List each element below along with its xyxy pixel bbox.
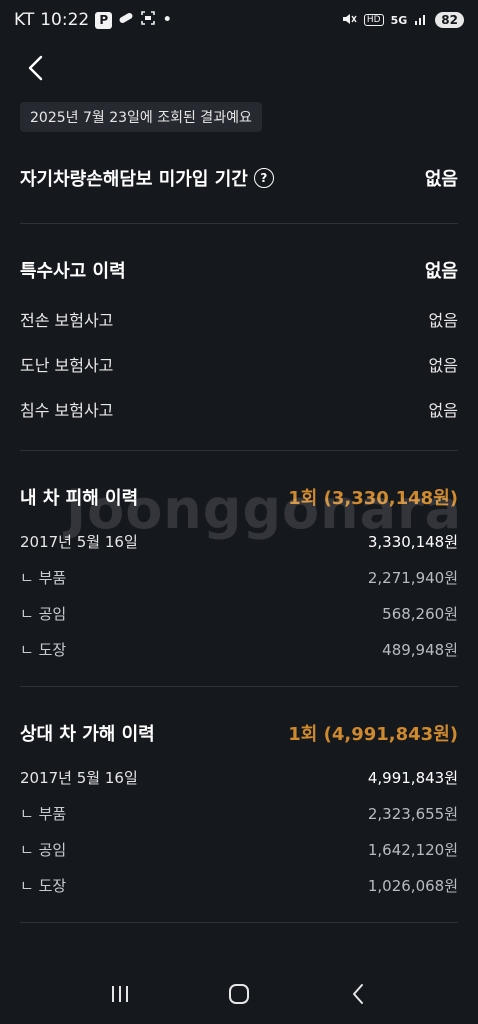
- screenshot-icon: [140, 10, 156, 30]
- my-damage-date: 2017년 5월 16일: [20, 532, 138, 551]
- my-damage-paint-row: ㄴ 도장 489,948원: [20, 631, 458, 667]
- 5g-icon: 5G: [390, 13, 408, 27]
- back-arrow-icon: [28, 55, 43, 81]
- other-damage-parts-label: ㄴ 부품: [20, 804, 67, 823]
- other-damage-title: 상대 차 가해 이력: [20, 724, 155, 745]
- pill-icon: [118, 11, 134, 29]
- uninsured-period-value: 없음: [424, 169, 458, 190]
- other-damage-parts-value: 2,323,655원: [367, 804, 458, 823]
- mute-icon: [341, 12, 357, 29]
- divider: [20, 223, 458, 224]
- home-button[interactable]: [214, 974, 264, 1014]
- other-damage-total: 4,991,843원: [367, 768, 458, 787]
- my-damage-labor-value: 568,260원: [382, 604, 458, 623]
- query-date-chip: 2025년 7월 23일에 조회된 결과예요: [20, 102, 262, 132]
- other-damage-labor-row: ㄴ 공임 1,642,120원: [20, 831, 458, 867]
- status-bar: KT 10:22 P • HD 5G 82: [0, 0, 478, 40]
- clock: 10:22: [40, 10, 90, 30]
- my-damage-labor-row: ㄴ 공임 568,260원: [20, 595, 458, 631]
- my-damage-date-row: 2017년 5월 16일 3,330,148원: [20, 523, 458, 559]
- divider: [20, 922, 458, 923]
- hd-icon: HD: [363, 14, 384, 26]
- battery-icon: 82: [435, 12, 464, 28]
- my-damage-summary: 1회 (3,330,148원): [288, 488, 458, 509]
- status-dot: •: [162, 10, 173, 30]
- other-damage-paint-row: ㄴ 도장 1,026,068원: [20, 867, 458, 903]
- back-button[interactable]: [18, 50, 54, 86]
- flood-row: 침수 보험사고 없음: [20, 386, 458, 431]
- divider: [20, 450, 458, 451]
- system-back-button[interactable]: [333, 974, 383, 1014]
- my-damage-header: 내 차 피해 이력 1회 (3,330,148원): [20, 471, 458, 523]
- report-content: 자기차량손해담보 미가입 기간 ? 없음 특수사고 이력 없음 전손 보험사고 …: [20, 152, 458, 943]
- special-accidents-header: 특수사고 이력 없음: [20, 244, 458, 296]
- other-damage-date: 2017년 5월 16일: [20, 768, 138, 787]
- flood-value: 없음: [428, 400, 458, 420]
- my-damage-parts-label: ㄴ 부품: [20, 568, 67, 587]
- home-icon: [228, 984, 249, 1004]
- recents-button[interactable]: [95, 974, 145, 1014]
- uninsured-period-label: 자기차량손해담보 미가입 기간: [20, 169, 248, 190]
- carrier-label: KT: [14, 10, 35, 30]
- other-damage-date-row: 2017년 5월 16일 4,991,843원: [20, 759, 458, 795]
- uninsured-period-row: 자기차량손해담보 미가입 기간 ? 없음: [20, 152, 458, 204]
- theft-label: 도난 보험사고: [20, 355, 114, 375]
- parking-icon: P: [95, 11, 113, 29]
- other-damage-summary: 1회 (4,991,843원): [288, 724, 458, 745]
- other-damage-header: 상대 차 가해 이력 1회 (4,991,843원): [20, 707, 458, 759]
- total-loss-row: 전손 보험사고 없음: [20, 296, 458, 341]
- my-damage-paint-label: ㄴ 도장: [20, 640, 67, 659]
- my-damage-total: 3,330,148원: [367, 532, 458, 551]
- flood-label: 침수 보험사고: [20, 400, 114, 420]
- other-damage-paint-label: ㄴ 도장: [20, 876, 67, 895]
- my-damage-title: 내 차 피해 이력: [20, 488, 139, 509]
- total-loss-value: 없음: [428, 310, 458, 330]
- total-loss-label: 전손 보험사고: [20, 310, 114, 330]
- my-damage-labor-label: ㄴ 공임: [20, 604, 67, 623]
- my-damage-paint-value: 489,948원: [382, 640, 458, 659]
- my-damage-parts-row: ㄴ 부품 2,271,940원: [20, 559, 458, 595]
- recents-icon: [111, 986, 128, 1002]
- signal-icon: [414, 12, 428, 29]
- help-icon[interactable]: ?: [253, 168, 274, 188]
- my-damage-parts-value: 2,271,940원: [367, 568, 458, 587]
- other-damage-parts-row: ㄴ 부품 2,323,655원: [20, 795, 458, 831]
- system-nav-bar: [0, 964, 478, 1024]
- other-damage-labor-label: ㄴ 공임: [20, 840, 67, 859]
- theft-value: 없음: [428, 355, 458, 375]
- screen: KT 10:22 P • HD 5G 82 2025년 7월 23일에 조회된 …: [0, 0, 478, 1024]
- theft-row: 도난 보험사고 없음: [20, 341, 458, 386]
- divider: [20, 686, 458, 687]
- other-damage-paint-value: 1,026,068원: [367, 876, 458, 895]
- special-accidents-title: 특수사고 이력: [20, 261, 126, 282]
- special-accidents-value: 없음: [424, 261, 458, 282]
- other-damage-labor-value: 1,642,120원: [367, 840, 458, 859]
- back-icon: [353, 984, 364, 1004]
